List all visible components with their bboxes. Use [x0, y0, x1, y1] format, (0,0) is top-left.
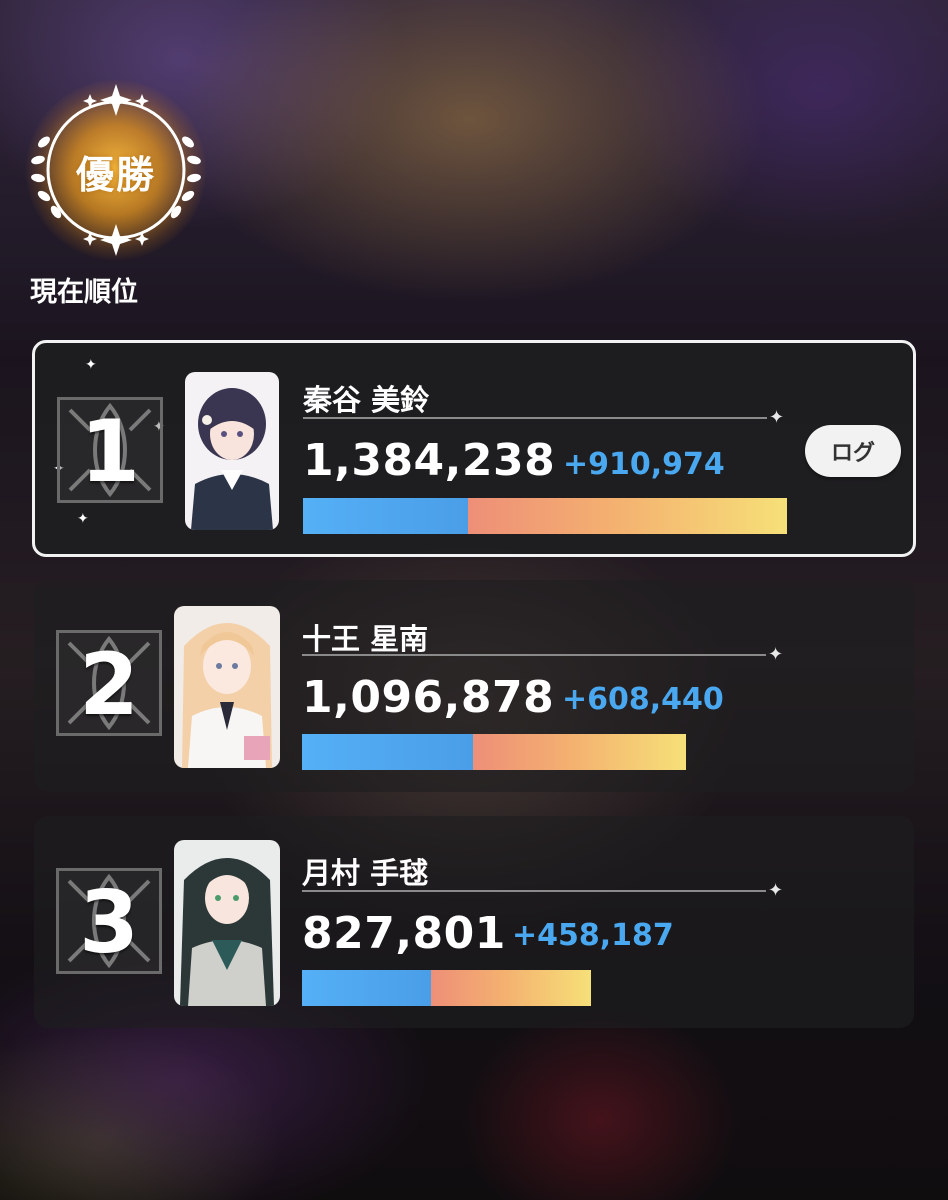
- log-button[interactable]: ログ: [805, 425, 901, 477]
- player-name: 秦谷 美鈴: [303, 383, 430, 417]
- divider: [302, 654, 766, 656]
- player-name: 月村 手毬: [302, 856, 429, 890]
- score-bar: [302, 970, 592, 1006]
- divider: [303, 417, 767, 419]
- sparkle-icon: ✦: [768, 644, 784, 665]
- score-delta: +608,440: [562, 682, 724, 717]
- score-bar-gain: [431, 970, 592, 1006]
- avatar: [185, 372, 279, 530]
- rank-number: 3: [79, 873, 139, 973]
- score-bar-gain: [472, 734, 686, 770]
- rank-badge: 2: [56, 630, 162, 736]
- header: 優勝 現在順位: [26, 80, 206, 308]
- score-bar-base: [303, 498, 469, 534]
- score-value: 827,801: [302, 908, 506, 959]
- rank-number: 1: [80, 402, 140, 502]
- avatar: [174, 840, 280, 1006]
- score-delta: +458,187: [512, 918, 674, 953]
- rank-badge: 3: [56, 868, 162, 974]
- score-delta: +910,974: [563, 447, 725, 482]
- rank-number: 2: [79, 635, 139, 735]
- sparkle-icon: ✦: [85, 357, 97, 373]
- sparkle-icon: ✦: [768, 880, 784, 901]
- score-bar: [302, 734, 686, 770]
- sparkle-icon: ✦: [769, 407, 785, 428]
- score-value: 1,384,238: [303, 435, 556, 486]
- score-bar-gain: [468, 498, 787, 534]
- ranking-card-1: ✦ ✦ ✦ ✦ 1 秦谷 美鈴 ✦ 1,384,238 +910,974 ログ: [32, 340, 916, 557]
- sparkle-icon: ✦: [77, 511, 89, 527]
- score-bar-base: [302, 734, 473, 770]
- victory-emblem: 優勝: [26, 80, 206, 260]
- player-name: 十王 星南: [302, 622, 429, 656]
- rank-badge: 1: [57, 397, 163, 503]
- score-bar-base: [302, 970, 432, 1006]
- divider: [302, 890, 766, 892]
- avatar: [174, 606, 280, 768]
- score-value: 1,096,878: [302, 672, 555, 723]
- ranking-card-2: 2 十王 星南 ✦ 1,096,878 +608,440: [34, 580, 914, 792]
- ranking-card-3: 3 月村 手毬 ✦ 827,801 +458,187: [34, 816, 914, 1028]
- score-bar: [303, 498, 787, 534]
- emblem-text: 優勝: [75, 152, 156, 197]
- current-rank-label: 現在順位: [30, 277, 138, 308]
